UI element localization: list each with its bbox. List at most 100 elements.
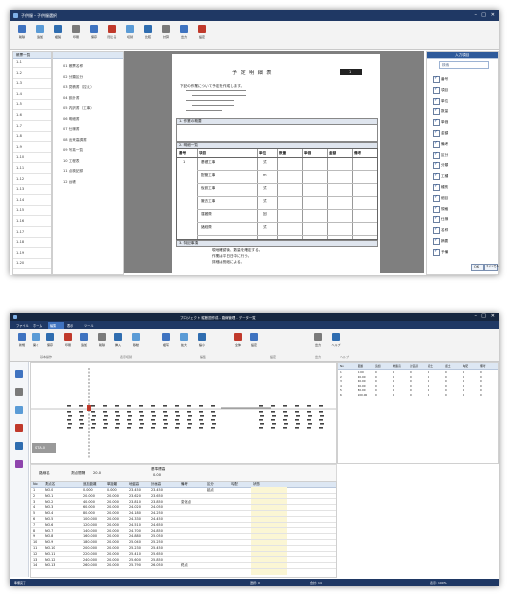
grid-cell[interactable]: 変化点 [181, 499, 191, 505]
summary-cell[interactable]: 0 [393, 376, 395, 380]
summary-cell[interactable]: 0 [445, 380, 447, 384]
summary-cell[interactable]: 0 [428, 389, 430, 393]
tree-row[interactable]: 1-1 [16, 60, 22, 64]
list-item[interactable]: 05 内訳書（工事） [63, 106, 94, 110]
route-icon[interactable] [15, 388, 23, 396]
ribbon-button[interactable]: 出力 [310, 331, 326, 353]
summary-cell[interactable]: 0 [410, 385, 412, 389]
summary-cell[interactable]: 60.00 [358, 385, 366, 389]
grid-cell[interactable]: 終点 [181, 562, 188, 568]
summary-cell[interactable]: 0 [375, 380, 377, 384]
ok-button[interactable]: OK [471, 264, 484, 271]
ribbon-button[interactable]: 追加 [32, 23, 48, 45]
summary-cell[interactable]: 2 [340, 376, 342, 380]
ribbon-button[interactable]: 全体 [230, 331, 246, 353]
tab[interactable]: ファイル [14, 322, 30, 329]
tree-row[interactable]: 1-4 [16, 92, 22, 96]
summary-cell[interactable]: 0 [393, 371, 395, 375]
ribbon-button[interactable]: 比較 [140, 23, 156, 45]
tree-row[interactable]: 1-14 [16, 198, 24, 202]
summary-cell[interactable]: 0 [445, 389, 447, 393]
ribbon-button[interactable]: 計算 [158, 23, 174, 45]
field-checkbox[interactable] [433, 226, 440, 235]
summary-cell[interactable]: 0 [463, 371, 465, 375]
interval-value[interactable]: 20.0 [93, 471, 101, 475]
field-checkbox[interactable] [433, 86, 440, 94]
grid-cell[interactable]: 25.790 [129, 562, 141, 568]
field-checkbox[interactable] [433, 237, 440, 245]
tree-row[interactable]: 1-11 [16, 166, 24, 170]
summary-cell[interactable]: 0 [410, 380, 412, 384]
summary-cell[interactable]: 0 [428, 385, 430, 389]
tab[interactable]: 表示 [65, 322, 81, 329]
summary-cell[interactable]: 0 [463, 376, 465, 380]
summary-cell[interactable]: 0 [480, 376, 482, 380]
current-station[interactable] [87, 405, 91, 411]
summary-cell[interactable]: 0 [375, 394, 377, 398]
grid-cell[interactable]: NO.13 [45, 562, 55, 568]
tree-row[interactable]: 1-13 [16, 187, 24, 191]
summary-cell[interactable]: 0 [480, 389, 482, 393]
maximize-icon[interactable]: □ [481, 314, 486, 319]
cancel-button[interactable]: キャンセル [484, 264, 499, 271]
field-checkbox[interactable] [433, 75, 440, 83]
ribbon-button[interactable]: 挿入 [110, 331, 126, 353]
summary-cell[interactable]: 0 [393, 394, 395, 398]
field-checkbox[interactable] [433, 183, 440, 191]
minimize-icon[interactable]: – [475, 13, 478, 18]
summary-cell[interactable]: 4 [340, 385, 342, 389]
minimize-icon[interactable]: – [475, 314, 478, 319]
graph-icon[interactable] [15, 460, 23, 468]
home-icon[interactable] [15, 370, 23, 378]
tree-row[interactable]: 1-5 [16, 102, 22, 106]
list-item[interactable]: 06 明細書 [63, 117, 80, 121]
tree-row[interactable]: 1-17 [16, 230, 24, 234]
summary-cell[interactable]: 6 [340, 394, 342, 398]
field-checkbox[interactable] [433, 161, 440, 170]
list-item[interactable]: 04 設計書 [63, 96, 80, 100]
ribbon-button[interactable]: ヘルプ [328, 331, 344, 353]
summary-cell[interactable]: 0 [410, 376, 412, 380]
ribbon-button[interactable]: 印刷 [60, 331, 76, 353]
tree-row[interactable]: 1-18 [16, 240, 24, 244]
summary-cell[interactable]: 0 [445, 371, 447, 375]
summary-cell[interactable]: 0 [410, 394, 412, 398]
field-checkbox[interactable] [433, 97, 440, 105]
filter-icon[interactable] [15, 424, 23, 432]
summary-cell[interactable]: 0 [428, 394, 430, 398]
summary-cell[interactable]: 0 [445, 394, 447, 398]
list-item[interactable]: 09 写真一覧 [63, 148, 83, 152]
summary-cell[interactable]: 0 [480, 371, 482, 375]
tree-row[interactable]: 1-9 [16, 145, 22, 149]
tree-row[interactable]: 1-20 [16, 261, 24, 265]
grid-cell[interactable]: 26.050 [151, 562, 163, 568]
base-elev-value[interactable]: 0.00 [153, 473, 161, 477]
summary-cell[interactable]: 0 [445, 385, 447, 389]
tab[interactable]: 編集 [48, 322, 64, 329]
tab[interactable]: ホーム [31, 322, 47, 329]
summary-cell[interactable]: 0 [393, 380, 395, 384]
summary-cell[interactable]: 0 [480, 394, 482, 398]
field-checkbox[interactable] [433, 107, 440, 116]
ribbon-button[interactable]: 削除 [14, 23, 30, 45]
search-input[interactable]: 検索 [442, 63, 449, 67]
ribbon-button[interactable]: 複製 [50, 23, 66, 45]
field-checkbox[interactable] [433, 215, 440, 224]
ribbon-button[interactable]: 保存 [42, 331, 58, 353]
summary-cell[interactable]: 0 [375, 385, 377, 389]
summary-cell[interactable]: 0 [410, 371, 412, 375]
summary-cell[interactable]: 0 [410, 389, 412, 393]
tab[interactable]: ツール [82, 322, 98, 329]
summary-cell[interactable]: 0 [463, 394, 465, 398]
grid-cell[interactable]: 起点 [207, 487, 214, 493]
ribbon-button[interactable]: 印刷 [68, 23, 84, 45]
tree-row[interactable]: 1-19 [16, 251, 24, 255]
ribbon-button[interactable]: 拡大 [176, 331, 192, 353]
tree-row[interactable]: 1-8 [16, 134, 22, 138]
summary-cell[interactable]: 0 [375, 389, 377, 393]
close-icon[interactable]: ✕ [491, 13, 495, 18]
field-checkbox[interactable] [433, 140, 440, 148]
list-item[interactable]: 01 帳票名称 [63, 64, 83, 68]
ribbon-button[interactable]: 設定 [194, 23, 210, 45]
ribbon-button[interactable]: 保存 [86, 23, 102, 45]
